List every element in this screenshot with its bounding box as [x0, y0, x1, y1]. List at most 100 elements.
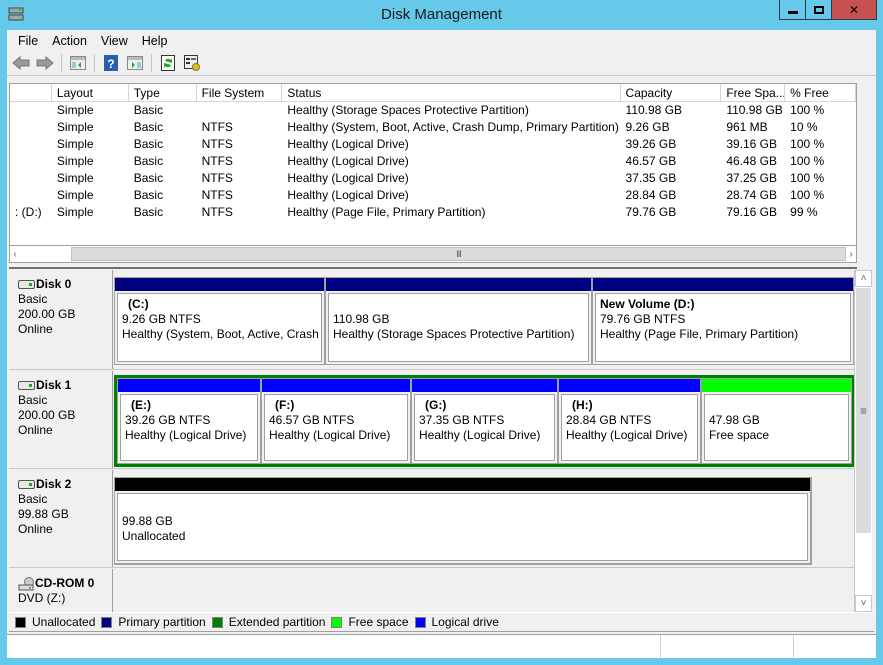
partition-status: Healthy (Logical Drive) [566, 428, 688, 442]
legend-item-free-space: Free space [331, 615, 409, 629]
help-button[interactable]: ? [101, 53, 121, 73]
partition[interactable]: 110.98 GB Healthy (Storage Spaces Protect… [325, 277, 592, 365]
minimize-button[interactable] [779, 0, 806, 20]
layout-cell: Simple [56, 120, 94, 134]
disk-type: Basic [18, 393, 48, 407]
partition-size: 39.26 GB NTFS [125, 413, 211, 427]
scroll-up-button[interactable]: ˄ [855, 270, 872, 287]
forward-icon [36, 56, 54, 70]
show-hide-action-pane-button[interactable] [125, 53, 145, 73]
column-header-layout[interactable]: Layout [52, 84, 129, 101]
show-hide-console-tree-button[interactable] [68, 53, 88, 73]
partition[interactable]: New Volume (D:) 79.76 GB NTFS Healthy (Pag… [592, 277, 854, 365]
column-header-percent-free[interactable]: % Free [785, 84, 856, 101]
menu-action[interactable]: Action [45, 34, 94, 48]
legend-label: Primary partition [118, 615, 206, 629]
menu-view[interactable]: View [94, 34, 135, 48]
disk-state: Online [18, 522, 53, 536]
extended-partition[interactable]: (E:) 39.26 GB NTFS Healthy (Logical Drive)… [114, 375, 855, 467]
disk-name: Disk 0 [36, 277, 72, 291]
table-row[interactable]: Simple Basic NTFS Healthy (System, Boot, Ac… [10, 119, 856, 136]
column-header-status[interactable]: Status [282, 84, 621, 101]
close-button[interactable]: ✕ [831, 0, 877, 20]
status-cell: Healthy (Logical Drive) [287, 171, 409, 185]
table-row[interactable]: : (D:) Simple Basic NTFS Healthy (Page File,… [10, 204, 856, 221]
partition[interactable]: 99.88 GB Unallocated [114, 477, 812, 565]
cd-drive-icon [18, 576, 34, 590]
partition-size: 47.98 GB [709, 413, 760, 427]
capacity-cell: 39.26 GB [625, 137, 677, 151]
column-header-volume[interactable] [10, 84, 52, 101]
menu-help[interactable]: Help [135, 34, 175, 48]
partition-color-bar [593, 278, 853, 291]
percent-free-cell: 99 % [790, 205, 818, 219]
legend-label: Free space [348, 615, 409, 629]
capacity-cell: 9.26 GB [625, 120, 670, 134]
table-row[interactable]: Simple Basic NTFS Healthy (Logical Drive) 37… [10, 170, 856, 187]
free-space-cell: 28.74 GB [726, 188, 778, 202]
legend-swatch [211, 616, 223, 628]
table-row[interactable]: Simple Basic NTFS Healthy (Logical Drive) 39… [10, 136, 856, 153]
hard-disk-icon [18, 480, 35, 489]
grip-icon: III [456, 249, 461, 259]
volume-list-rows: Simple Basic Healthy (Storage Spaces Prote… [10, 102, 856, 221]
scroll-track[interactable]: III [20, 246, 846, 262]
partition[interactable]: 47.98 GB Free space [701, 378, 852, 464]
file-system-cell: NTFS [201, 137, 233, 151]
volume-list-horizontal-scrollbar[interactable]: ‹ III › [9, 246, 857, 263]
disk-row: Disk 2 Basic 99.88 GB Online 99.88 GB Una… [9, 470, 854, 568]
partition[interactable]: (F:) 46.57 GB NTFS Healthy (Logical Drive) [261, 378, 411, 464]
toolbar: ? [7, 51, 876, 76]
forward-button[interactable] [35, 53, 55, 73]
scroll-thumb[interactable]: III [71, 247, 846, 261]
partition-size: 28.84 GB NTFS [566, 413, 652, 427]
partition[interactable]: (E:) 39.26 GB NTFS Healthy (Logical Drive) [117, 378, 261, 464]
legend-swatch [331, 616, 343, 628]
layout-cell: Simple [56, 137, 94, 151]
scroll-thumb[interactable]: ≡ [856, 288, 871, 533]
legend-item-unallocated: Unallocated [15, 615, 95, 629]
table-row[interactable]: Simple Basic NTFS Healthy (Logical Drive) 46… [10, 153, 856, 170]
partition[interactable]: (H:) 28.84 GB NTFS Healthy (Logical Drive) [558, 378, 701, 464]
status-pane [661, 635, 794, 658]
partition-color-bar [326, 278, 591, 291]
volume-cell [10, 119, 52, 136]
properties-button[interactable] [182, 53, 202, 73]
free-space-cell: 110.98 GB [726, 103, 783, 117]
scroll-right-button[interactable]: › [846, 246, 856, 262]
refresh-icon [161, 55, 175, 71]
pane-splitter[interactable] [9, 264, 857, 269]
column-header-file-system[interactable]: File System [197, 84, 283, 101]
disk-info[interactable]: Disk 2 Basic 99.88 GB Online [9, 470, 113, 567]
column-header-type[interactable]: Type [129, 84, 197, 101]
disk-info[interactable]: Disk 1 Basic 200.00 GB Online [9, 371, 113, 468]
maximize-icon [813, 5, 824, 14]
menu-file[interactable]: File [11, 34, 45, 48]
legend-item-primary-partition: Primary partition [101, 615, 206, 629]
volume-cell [10, 153, 52, 170]
maximize-button[interactable] [805, 0, 832, 20]
partition[interactable]: (C:) 9.26 GB NTFS Healthy (System, Boot, A… [114, 277, 325, 365]
type-cell: Basic [133, 120, 164, 134]
legend-item-logical-drive: Logical drive [414, 615, 499, 629]
partition[interactable]: (G:) 37.35 GB NTFS Healthy (Logical Drive) [411, 378, 558, 464]
column-header-capacity[interactable]: Capacity [621, 84, 722, 101]
chevron-left-icon: ‹ [13, 248, 17, 260]
disk-info[interactable]: Disk 0 Basic 200.00 GB Online [9, 270, 113, 369]
disk-name: Disk 1 [36, 378, 72, 392]
disk-view-vertical-scrollbar[interactable]: ˄ ≡ ˅ [854, 270, 872, 612]
partition-color-bar [412, 379, 557, 392]
show-hide-action-pane-icon [127, 56, 143, 70]
scroll-down-button[interactable]: ˅ [855, 595, 872, 612]
scroll-left-button[interactable]: ‹ [10, 246, 20, 262]
partition-size: 46.57 GB NTFS [269, 413, 355, 427]
column-header-free-space[interactable]: Free Spa... [721, 84, 786, 101]
refresh-button[interactable] [158, 53, 178, 73]
back-button[interactable] [11, 53, 31, 73]
table-row[interactable]: Simple Basic NTFS Healthy (Logical Drive) 28… [10, 187, 856, 204]
layout-cell: Simple [56, 103, 94, 117]
toolbar-separator [151, 54, 152, 72]
cdrom-info[interactable]: CD-ROM 0 DVD (Z:) [9, 569, 113, 612]
table-row[interactable]: Simple Basic Healthy (Storage Spaces Prote… [10, 102, 856, 119]
partition-color-bar [115, 478, 810, 491]
